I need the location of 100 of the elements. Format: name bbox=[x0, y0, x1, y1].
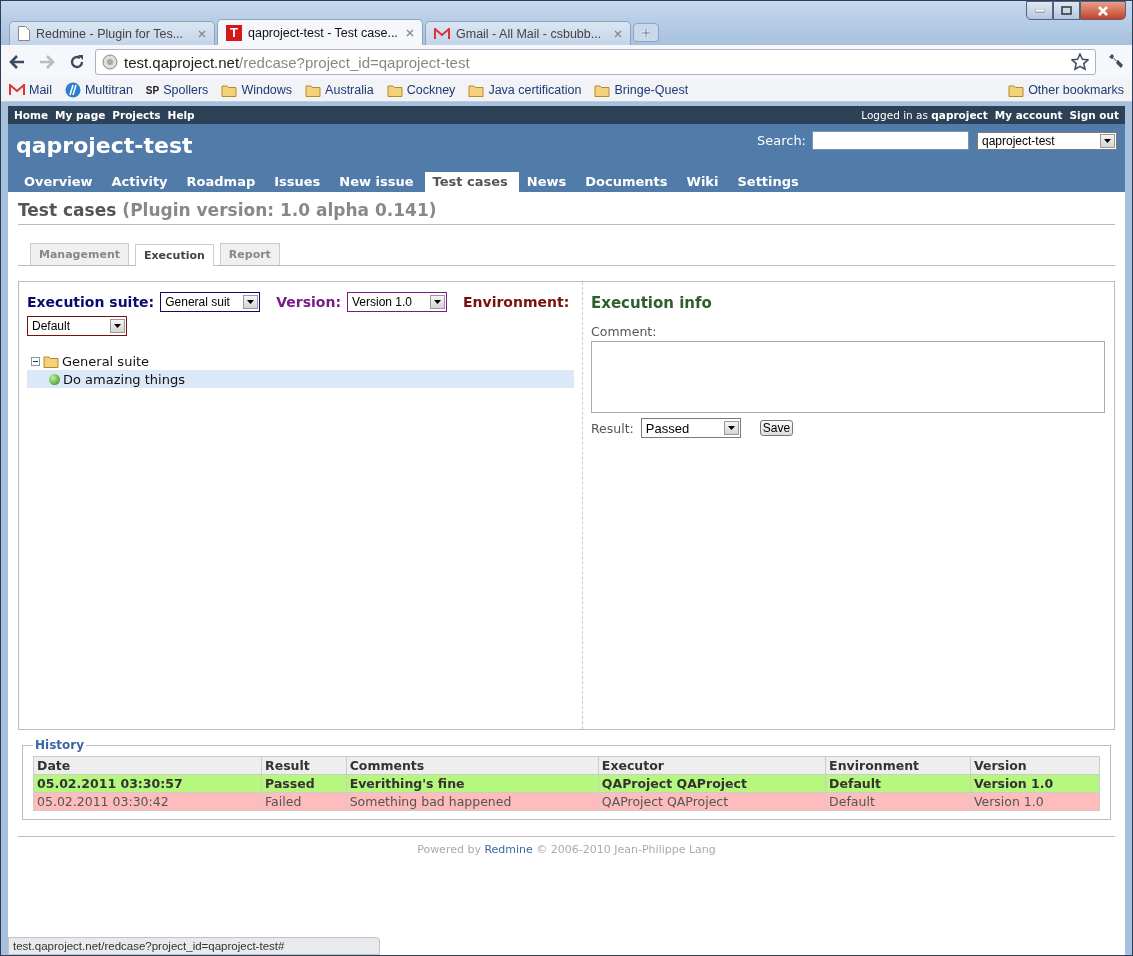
project-title: qaproject-test bbox=[16, 133, 194, 158]
top-menu-link[interactable]: Help bbox=[167, 109, 195, 121]
comment-label: Comment: bbox=[591, 324, 658, 339]
top-menu-link[interactable]: Projects bbox=[112, 109, 161, 121]
tree-node[interactable]: Do amazing things bbox=[63, 371, 185, 387]
menu-tab[interactable]: Activity bbox=[103, 172, 179, 192]
project-select[interactable]: qaproject-test bbox=[977, 131, 1117, 150]
bookmark[interactable]: Multitran bbox=[64, 82, 133, 98]
filter-label: Environment: bbox=[463, 294, 570, 310]
comment-field[interactable] bbox=[591, 341, 1105, 413]
search-field[interactable] bbox=[812, 131, 969, 150]
dropdown-arrow-icon[interactable] bbox=[727, 426, 735, 430]
back-icon[interactable] bbox=[9, 55, 25, 69]
redmine-link[interactable]: Redmine bbox=[484, 843, 533, 856]
menu-tab[interactable]: Roadmap bbox=[178, 172, 267, 192]
save-button[interactable]: Save bbox=[759, 420, 794, 436]
page-title: Test cases bbox=[18, 200, 117, 220]
menu-tab[interactable]: Overview bbox=[16, 172, 104, 192]
table-cell: 05.02.2011 03:30:57 bbox=[33, 774, 262, 793]
close-icon[interactable] bbox=[406, 28, 414, 37]
menu-tab[interactable]: Settings bbox=[729, 172, 810, 192]
folder-icon bbox=[305, 83, 322, 97]
bookmark[interactable]: SP Spollers bbox=[145, 83, 209, 97]
table-cell: Version 1.0 bbox=[970, 774, 1100, 793]
table-cell: 05.02.2011 03:30:42 bbox=[33, 792, 262, 811]
browser-tab[interactable]: Redmine - Plugin for Tes... bbox=[9, 21, 215, 45]
bookmark[interactable]: Australia bbox=[305, 83, 374, 97]
filter-select[interactable]: Default bbox=[27, 316, 127, 336]
browser-tab[interactable]: T qaproject-test - Test case... bbox=[217, 19, 423, 45]
menu-tab[interactable]: New issue bbox=[331, 172, 425, 192]
close-window-button[interactable] bbox=[1080, 1, 1126, 20]
result-select[interactable]: Passed bbox=[640, 418, 741, 438]
menu-tab[interactable]: Issues bbox=[266, 172, 332, 192]
result-label: Result: bbox=[591, 420, 634, 436]
table-cell: Version 1.0 bbox=[970, 792, 1100, 811]
maximize-icon[interactable] bbox=[1061, 6, 1072, 15]
close-icon[interactable] bbox=[198, 29, 206, 38]
maximize-button[interactable] bbox=[1053, 1, 1080, 20]
column-header: Result bbox=[261, 756, 347, 775]
bookmark[interactable]: Cockney bbox=[386, 83, 456, 97]
history-legend: History bbox=[33, 738, 87, 752]
top-menu-link[interactable]: Home bbox=[14, 109, 49, 121]
column-header: Environment bbox=[825, 756, 971, 775]
menu-tab[interactable]: Test cases bbox=[424, 172, 519, 192]
dropdown-arrow-icon[interactable] bbox=[247, 300, 255, 304]
folder-icon bbox=[468, 83, 485, 97]
star-icon[interactable] bbox=[1071, 53, 1089, 71]
dropdown-arrow-icon[interactable] bbox=[434, 300, 441, 304]
spollers-icon: SP bbox=[145, 84, 160, 96]
folder-icon bbox=[594, 83, 611, 97]
plugin-version: (Plugin version: 1.0 alpha 0.141) bbox=[122, 200, 437, 220]
table-cell: QAProject QAProject bbox=[598, 774, 826, 793]
close-icon[interactable] bbox=[614, 29, 622, 38]
filter-select[interactable]: Version 1.0 bbox=[347, 292, 447, 312]
plus-icon[interactable] bbox=[641, 27, 651, 38]
sub-tab[interactable]: Execution bbox=[135, 244, 214, 266]
table-cell: Passed bbox=[261, 774, 347, 793]
dropdown-arrow-icon[interactable] bbox=[1104, 138, 1111, 143]
footer-text: Powered by Redmine © 2006-2010 Jean-Philippe Lang bbox=[18, 836, 1115, 856]
bookmark[interactable]: Mail bbox=[9, 83, 52, 97]
filter-label: Execution suite: bbox=[27, 294, 155, 310]
collapse-icon[interactable] bbox=[31, 356, 40, 366]
menu-tab[interactable]: News bbox=[518, 172, 578, 192]
address-bar[interactable]: test.qaproject.net/redcase?project_id=qaproject-test bbox=[95, 49, 1096, 75]
account-link[interactable]: Sign out bbox=[1069, 109, 1119, 121]
logged-in-text: Logged in as qaproject bbox=[861, 109, 988, 121]
browser-tab[interactable]: Gmail - All Mail - csbubb... bbox=[425, 21, 631, 45]
search-label: Search: bbox=[756, 133, 806, 148]
mail-icon bbox=[9, 84, 25, 96]
other-bookmarks[interactable]: Other bookmarks bbox=[1008, 83, 1124, 97]
minimize-button[interactable] bbox=[1026, 1, 1053, 20]
column-header: Comments bbox=[346, 756, 599, 775]
account-link[interactable]: My account bbox=[994, 109, 1063, 121]
folder-icon bbox=[221, 83, 238, 97]
table-cell: Failed bbox=[261, 792, 347, 811]
tree-row[interactable]: Do amazing things bbox=[27, 370, 574, 388]
menu-tab[interactable]: Wiki bbox=[678, 172, 730, 192]
folder-icon bbox=[43, 354, 59, 368]
bookmark[interactable]: Bringe-Quest bbox=[594, 83, 689, 97]
column-header: Executor bbox=[598, 756, 826, 775]
table-cell: QAProject QAProject bbox=[598, 792, 826, 811]
bookmark[interactable]: Java certification bbox=[468, 83, 582, 97]
mail-icon bbox=[434, 27, 450, 40]
column-header: Version bbox=[970, 756, 1100, 775]
folder-icon bbox=[1008, 83, 1025, 97]
table-cell: Default bbox=[825, 774, 971, 793]
table-cell: Everithing's fine bbox=[346, 774, 599, 793]
test-case-icon bbox=[49, 373, 60, 385]
status-bar: test.qaproject.net/redcase?project_id=qaproject-test# bbox=[8, 937, 380, 955]
menu-tab[interactable]: Documents bbox=[577, 172, 679, 192]
dropdown-arrow-icon[interactable] bbox=[114, 324, 121, 328]
top-menu-link[interactable]: My page bbox=[55, 109, 106, 121]
tree-node[interactable]: General suite bbox=[62, 353, 150, 369]
table-cell: Something bad happened bbox=[346, 792, 599, 811]
logo-icon: T bbox=[226, 24, 242, 41]
reload-icon[interactable] bbox=[69, 54, 85, 70]
table-cell: Default bbox=[825, 792, 971, 811]
filter-select[interactable]: General suit bbox=[160, 292, 261, 312]
section-title: Execution info bbox=[591, 294, 713, 312]
bookmark[interactable]: Windows bbox=[221, 83, 293, 97]
